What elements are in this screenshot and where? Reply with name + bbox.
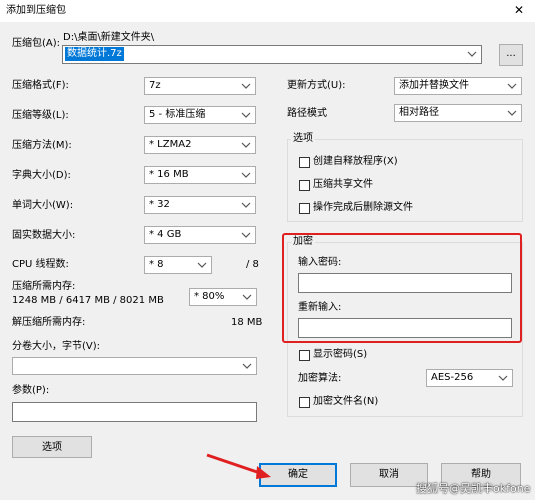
chevron-down-icon xyxy=(241,112,251,118)
chevron-down-icon xyxy=(507,110,517,116)
show-password-checkbox[interactable] xyxy=(299,350,310,361)
sfx-checkbox[interactable] xyxy=(299,157,310,168)
dict-value: * 16 MB xyxy=(149,169,189,180)
params-label: 参数(P): xyxy=(12,385,50,396)
pathmode-select[interactable]: 相对路径 xyxy=(394,104,522,122)
params-input[interactable] xyxy=(12,402,257,422)
dict-select[interactable]: * 16 MB xyxy=(144,166,256,184)
chevron-down-icon xyxy=(242,294,252,300)
split-select[interactable] xyxy=(12,357,257,375)
chevron-down-icon xyxy=(507,83,517,89)
solid-label: 固实数据大小: xyxy=(12,230,76,241)
archive-name-combo[interactable]: 数据统计.7z xyxy=(62,45,482,64)
encrypt-names-label: 加密文件名(N) xyxy=(313,396,379,407)
level-label: 压缩等级(L): xyxy=(12,110,69,121)
encryption-method-select[interactable]: AES-256 xyxy=(426,369,513,387)
delete-source-label: 操作完成后删除源文件 xyxy=(313,202,413,213)
word-label: 单词大小(W): xyxy=(12,200,74,211)
memory-label: 压缩所需内存: xyxy=(12,281,76,292)
memory-value: * 80% xyxy=(194,291,225,302)
method-label: 压缩方法(M): xyxy=(12,140,72,151)
delete-source-checkbox[interactable] xyxy=(299,203,310,214)
archive-name-selected: 数据统计.7z xyxy=(65,47,124,61)
chevron-down-icon xyxy=(197,262,207,268)
word-value: * 32 xyxy=(149,199,170,210)
word-select[interactable]: * 32 xyxy=(144,196,256,214)
options-group-title: 选项 xyxy=(291,133,315,145)
options-button[interactable]: 选项 xyxy=(12,436,92,458)
update-select[interactable]: 添加并替换文件 xyxy=(394,77,522,95)
pathmode-label: 路径模式 xyxy=(287,108,327,119)
solid-select[interactable]: * 4 GB xyxy=(144,226,256,244)
method-select[interactable]: * LZMA2 xyxy=(144,136,256,154)
archive-path: D:\桌面\新建文件夹\ xyxy=(63,32,155,43)
decomp-label: 解压缩所需内存: xyxy=(12,317,86,328)
pathmode-value: 相对路径 xyxy=(399,107,439,118)
window-title: 添加到压缩包 xyxy=(6,5,66,16)
chevron-down-icon xyxy=(241,172,251,178)
arrow-annotation-icon xyxy=(206,453,271,479)
archive-label: 压缩包(A): xyxy=(12,38,61,49)
close-icon[interactable]: ✕ xyxy=(514,3,524,17)
format-label: 压缩格式(F): xyxy=(12,80,69,91)
cpu-max: / 8 xyxy=(246,259,259,270)
show-password-label: 显示密码(S) xyxy=(313,349,368,360)
level-value: 5 - 标准压缩 xyxy=(149,109,206,120)
encryption-method-value: AES-256 xyxy=(431,372,474,383)
chevron-down-icon xyxy=(498,375,508,381)
update-label: 更新方式(U): xyxy=(287,80,346,91)
chevron-down-icon xyxy=(241,83,251,89)
title-bar: 添加到压缩包 ✕ xyxy=(0,0,535,22)
split-label: 分卷大小，字节(V): xyxy=(12,341,101,352)
cpu-label: CPU 线程数: xyxy=(12,259,69,270)
encryption-method-label: 加密算法: xyxy=(298,373,342,384)
memory-select[interactable]: * 80% xyxy=(189,288,257,306)
method-value: * LZMA2 xyxy=(149,139,192,150)
watermark: 搜狐号@吴凯丰okfone xyxy=(416,482,531,495)
solid-value: * 4 GB xyxy=(149,229,182,240)
chevron-down-icon xyxy=(241,202,251,208)
chevron-down-icon xyxy=(242,363,252,369)
level-select[interactable]: 5 - 标准压缩 xyxy=(144,106,256,124)
format-value: 7z xyxy=(149,80,161,91)
shared-label: 压缩共享文件 xyxy=(313,179,373,190)
memory-detail: 1248 MB / 6417 MB / 8021 MB xyxy=(12,295,164,306)
shared-checkbox[interactable] xyxy=(299,180,310,191)
dict-label: 字典大小(D): xyxy=(12,170,71,181)
highlight-box xyxy=(282,233,522,343)
update-value: 添加并替换文件 xyxy=(399,80,469,91)
encrypt-names-checkbox[interactable] xyxy=(299,397,310,408)
chevron-down-icon xyxy=(241,142,251,148)
cpu-value: * 8 xyxy=(149,259,164,270)
browse-button[interactable]: ... xyxy=(499,44,523,66)
sfx-label: 创建自释放程序(X) xyxy=(313,156,398,167)
format-select[interactable]: 7z xyxy=(144,77,256,95)
chevron-down-icon xyxy=(467,51,477,57)
chevron-down-icon xyxy=(241,232,251,238)
cpu-select[interactable]: * 8 xyxy=(144,256,212,274)
decomp-value: 18 MB xyxy=(231,317,263,328)
